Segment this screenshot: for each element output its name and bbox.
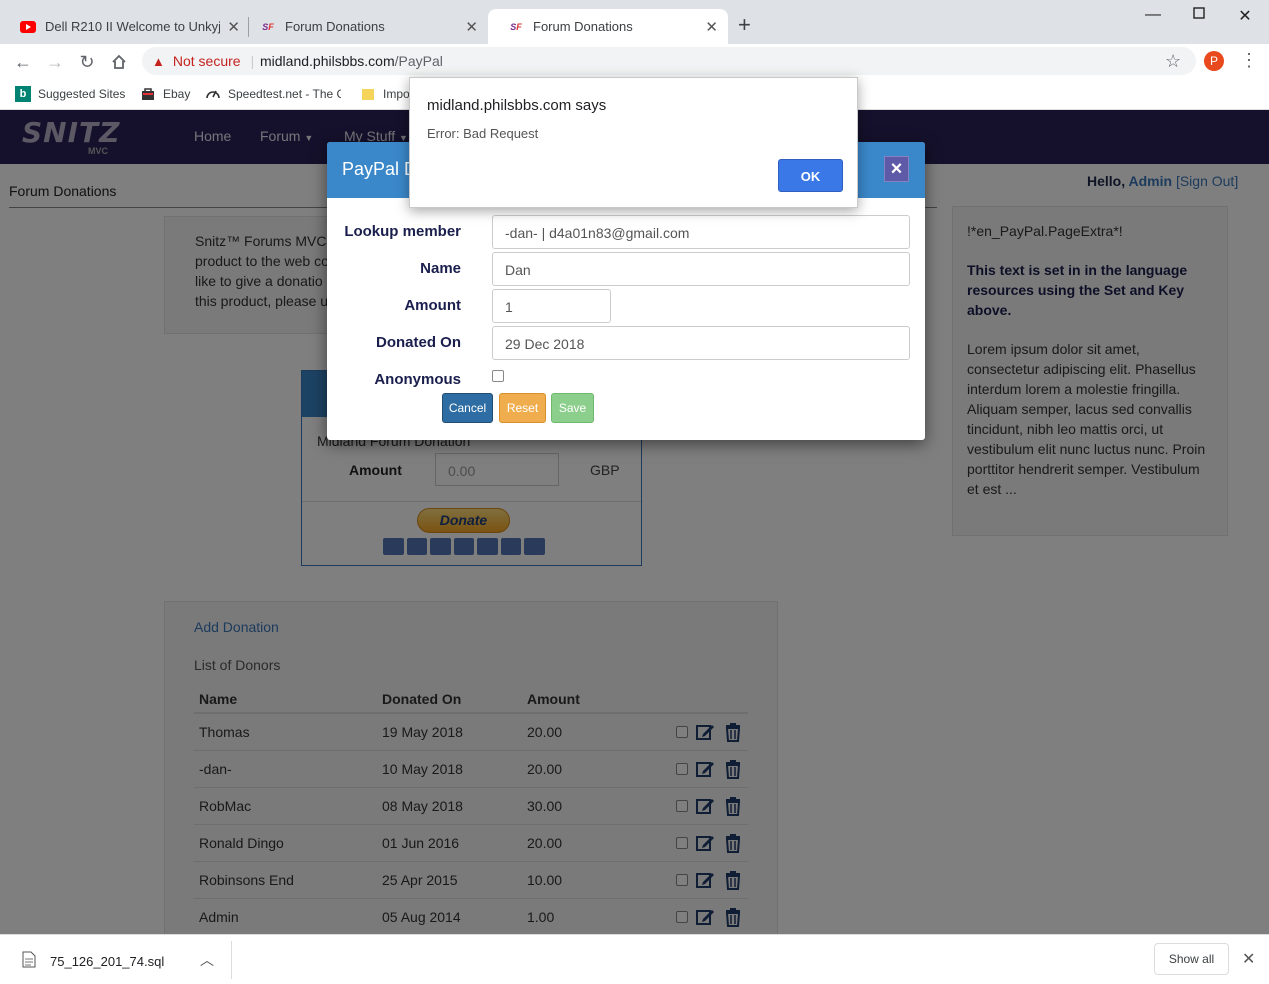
- close-window-icon[interactable]: ✕: [1235, 6, 1255, 26]
- save-button[interactable]: Save: [551, 393, 594, 423]
- bookmark-label: Suggested Sites: [38, 87, 126, 101]
- tab-title: Dell R210 II Welcome to Unkyjoe: [45, 19, 220, 34]
- donated-on-input[interactable]: 29 Dec 2018: [492, 326, 910, 360]
- alert-title: midland.philsbbs.com says: [427, 97, 607, 114]
- security-indicator[interactable]: ▲ Not secure |: [152, 53, 254, 69]
- bookmark-label: Impo: [383, 87, 410, 101]
- minimize-icon[interactable]: —: [1143, 6, 1163, 24]
- forward-icon[interactable]: →: [44, 52, 66, 72]
- lookup-member-input[interactable]: -dan- | d4a01n83@gmail.com: [492, 215, 910, 249]
- tab-youtube[interactable]: Dell R210 II Welcome to Unkyjoe ✕: [0, 9, 250, 44]
- new-tab-icon[interactable]: +: [738, 14, 751, 36]
- web-page: SNITZ MVC Home Forum ▼ My Stuff ▼ Forum …: [0, 110, 1269, 934]
- tab-close-icon[interactable]: ✕: [227, 18, 240, 36]
- bookmark-label: Speedtest.net - The G: [228, 87, 341, 101]
- youtube-icon: [20, 19, 36, 35]
- not-secure-label: Not secure: [172, 53, 241, 69]
- chevron-up-icon[interactable]: ︿: [200, 950, 214, 970]
- bookmark-star-icon[interactable]: ☆: [1165, 51, 1181, 72]
- bookmark-speedtest[interactable]: Speedtest.net - The G: [205, 86, 341, 102]
- url-host: midland.philsbbs.com: [260, 53, 395, 69]
- tab-title: Forum Donations: [285, 19, 385, 34]
- donated-on-label: Donated On: [376, 334, 461, 351]
- alert-message: Error: Bad Request: [427, 126, 539, 141]
- anonymous-label: Anonymous: [374, 371, 461, 388]
- back-icon[interactable]: ←: [12, 52, 34, 72]
- bing-icon: b: [15, 86, 31, 102]
- menu-kebab-icon[interactable]: ⋮: [1240, 50, 1258, 70]
- cancel-button[interactable]: Cancel: [442, 393, 493, 423]
- maximize-icon[interactable]: [1189, 6, 1209, 24]
- tab-close-icon[interactable]: ✕: [705, 18, 718, 36]
- name-input[interactable]: Dan: [492, 252, 910, 286]
- modal-close-icon[interactable]: ×: [884, 156, 909, 182]
- ebay-bag-icon: [140, 86, 156, 102]
- download-filename[interactable]: 75_126_201_74.sql: [50, 954, 164, 969]
- snitz-icon: SF: [510, 21, 522, 32]
- reset-button[interactable]: Reset: [499, 393, 546, 423]
- home-icon[interactable]: [108, 52, 130, 72]
- speedometer-icon: [205, 86, 221, 102]
- tab-forum-donations-active[interactable]: SF Forum Donations ✕: [488, 9, 728, 44]
- tab-close-icon[interactable]: ✕: [465, 18, 478, 36]
- tab-title: Forum Donations: [533, 19, 633, 34]
- bookmark-suggested-sites[interactable]: b Suggested Sites: [15, 86, 125, 102]
- warning-icon: ▲: [152, 53, 165, 69]
- reload-icon[interactable]: ↻: [76, 52, 98, 72]
- divider: [231, 941, 232, 979]
- profile-avatar[interactable]: P: [1204, 51, 1224, 71]
- amount-input[interactable]: 1: [492, 289, 611, 323]
- separator: |: [250, 53, 255, 69]
- modal-title: PayPal D: [342, 159, 418, 179]
- bookmark-ebay[interactable]: Ebay: [140, 86, 190, 102]
- downloads-bar: 75_126_201_74.sql ︿ Show all ✕: [0, 934, 1269, 984]
- alert-ok-button[interactable]: OK: [778, 159, 843, 192]
- tab-strip: Dell R210 II Welcome to Unkyjoe ✕ SF For…: [0, 0, 1269, 44]
- file-icon: [22, 951, 36, 971]
- name-label: Name: [420, 260, 461, 277]
- js-alert-dialog: midland.philsbbs.com says Error: Bad Req…: [409, 77, 858, 208]
- anonymous-checkbox[interactable]: [492, 370, 504, 382]
- tab-forum-donations-1[interactable]: SF Forum Donations ✕: [240, 9, 488, 44]
- url-text[interactable]: midland.philsbbs.com/PayPal: [260, 53, 443, 69]
- snitz-icon: SF: [262, 21, 274, 32]
- url-path: /PayPal: [394, 53, 443, 69]
- folder-icon: [360, 86, 376, 102]
- lookup-member-label: Lookup member: [344, 223, 461, 240]
- show-all-button[interactable]: Show all: [1154, 943, 1229, 975]
- bookmark-impo[interactable]: Impo: [360, 86, 410, 102]
- close-icon[interactable]: ✕: [1242, 949, 1255, 969]
- bookmark-label: Ebay: [163, 87, 191, 101]
- amount-label: Amount: [404, 297, 461, 314]
